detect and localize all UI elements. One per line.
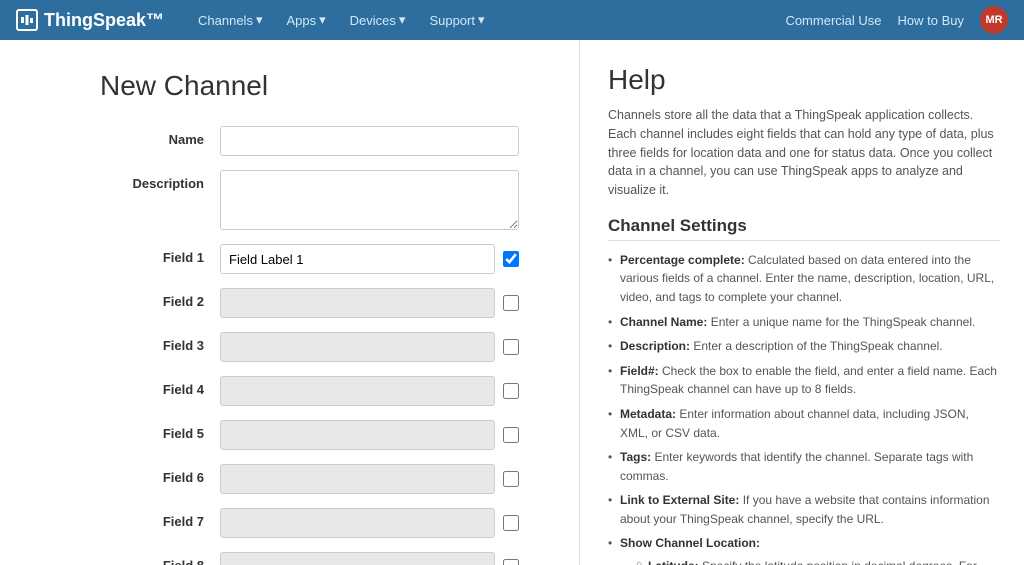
list-item: Latitude: Specify the latitude position … [636,557,1000,565]
chevron-down-icon: ▾ [256,12,263,28]
nav-channels[interactable]: Channels ▾ [188,4,272,36]
field7-checkbox[interactable] [503,515,519,531]
field3-input-group [220,332,519,362]
main-wrapper: New Channel Name Description Field 1 Fie… [0,40,1024,565]
field2-row: Field 2 [100,288,519,318]
field6-label: Field 6 [100,464,220,485]
field7-label: Field 7 [100,508,220,529]
field8-text-input[interactable] [220,552,495,565]
commercial-use-link[interactable]: Commercial Use [785,13,881,28]
name-label: Name [100,126,220,147]
field3-checkbox[interactable] [503,339,519,355]
nav-apps[interactable]: Apps ▾ [276,4,335,36]
field1-input-group [220,244,519,274]
list-item: Show Channel Location: Latitude: Specify… [608,534,1000,565]
field5-row: Field 5 [100,420,519,450]
field7-row: Field 7 [100,508,519,538]
navbar: ThingSpeak™ Channels ▾ Apps ▾ Devices ▾ … [0,0,1024,40]
field4-input-group [220,376,519,406]
help-panel: Help Channels store all the data that a … [580,40,1024,565]
field4-checkbox[interactable] [503,383,519,399]
field5-label: Field 5 [100,420,220,441]
field6-row: Field 6 [100,464,519,494]
field5-text-input[interactable] [220,420,495,450]
field7-text-input[interactable] [220,508,495,538]
form-panel: New Channel Name Description Field 1 Fie… [0,40,580,565]
field4-label: Field 4 [100,376,220,397]
field5-input-group [220,420,519,450]
field6-text-input[interactable] [220,464,495,494]
settings-list: Percentage complete: Calculated based on… [608,251,1000,565]
channel-settings-title: Channel Settings [608,216,1000,241]
chevron-down-icon: ▾ [478,12,485,28]
chevron-down-icon: ▾ [319,12,326,28]
description-label: Description [100,170,220,191]
list-item: Percentage complete: Calculated based on… [608,251,1000,307]
field3-row: Field 3 [100,332,519,362]
field1-checkbox[interactable] [503,251,519,267]
help-title: Help [608,64,1000,96]
brand-logo[interactable]: ThingSpeak™ [16,9,164,31]
list-item: Metadata: Enter information about channe… [608,405,1000,442]
field2-text-input[interactable] [220,288,495,318]
field1-text-input[interactable] [220,244,495,274]
nav-right: Commercial Use How to Buy MR [785,6,1008,34]
field1-label: Field 1 [100,244,220,265]
field6-checkbox[interactable] [503,471,519,487]
help-intro: Channels store all the data that a Thing… [608,106,1000,200]
field5-checkbox[interactable] [503,427,519,443]
user-avatar[interactable]: MR [980,6,1008,34]
list-item: Link to External Site: If you have a web… [608,491,1000,528]
description-row: Description [100,170,519,230]
list-item: Tags: Enter keywords that identify the c… [608,448,1000,485]
field8-row: Field 8 [100,552,519,565]
chevron-down-icon: ▾ [399,12,406,28]
description-input[interactable] [220,170,519,230]
location-sublist: Latitude: Specify the latitude position … [620,557,1000,565]
field4-row: Field 4 [100,376,519,406]
field6-input-group [220,464,519,494]
field2-checkbox[interactable] [503,295,519,311]
brand-name: ThingSpeak™ [44,10,164,31]
field1-row: Field 1 [100,244,519,274]
name-row: Name [100,126,519,156]
field4-text-input[interactable] [220,376,495,406]
list-item: Channel Name: Enter a unique name for th… [608,313,1000,332]
field8-label: Field 8 [100,552,220,565]
nav-support[interactable]: Support ▾ [419,4,494,36]
field3-text-input[interactable] [220,332,495,362]
list-item: Description: Enter a description of the … [608,337,1000,356]
list-item: Field#: Check the box to enable the fiel… [608,362,1000,399]
field2-label: Field 2 [100,288,220,309]
page-title: New Channel [100,70,519,102]
field7-input-group [220,508,519,538]
field8-input-group [220,552,519,565]
how-to-buy-link[interactable]: How to Buy [898,13,964,28]
nav-menu: Channels ▾ Apps ▾ Devices ▾ Support ▾ [188,4,785,36]
nav-devices[interactable]: Devices ▾ [340,4,416,36]
field3-label: Field 3 [100,332,220,353]
field2-input-group [220,288,519,318]
name-input[interactable] [220,126,519,156]
field8-checkbox[interactable] [503,559,519,565]
brand-icon [16,9,38,31]
